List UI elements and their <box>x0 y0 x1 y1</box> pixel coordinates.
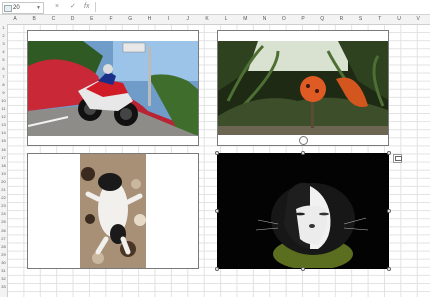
row-header-10[interactable]: 10 <box>0 98 7 103</box>
formula-bar: 20 ▼ × ✓ fx <box>0 0 430 15</box>
row-header-4[interactable]: 4 <box>0 49 7 54</box>
column-header-v[interactable]: V <box>410 15 426 24</box>
row-header-20[interactable]: 20 <box>0 179 7 184</box>
row-header-16[interactable]: 16 <box>0 147 7 152</box>
column-header-r[interactable]: R <box>333 15 349 24</box>
column-header-d[interactable]: D <box>65 15 81 24</box>
column-header-a[interactable]: A <box>7 15 23 24</box>
column-header-q[interactable]: Q <box>314 15 330 24</box>
row-header-29[interactable]: 29 <box>0 252 7 257</box>
row-header-21[interactable]: 21 <box>0 187 7 192</box>
resize-handle-right[interactable] <box>387 209 391 213</box>
column-header-e[interactable]: E <box>84 15 100 24</box>
row-header-1[interactable]: 1 <box>0 25 7 30</box>
row-header-17[interactable]: 17 <box>0 155 7 160</box>
resize-handle-top[interactable] <box>301 151 305 155</box>
resize-handle-bottom-right[interactable] <box>387 267 391 271</box>
column-header-m[interactable]: M <box>237 15 253 24</box>
lily-photo <box>218 41 388 135</box>
cancel-icon[interactable]: × <box>55 1 59 13</box>
cat-lying-photo <box>80 154 146 268</box>
resize-handle-bottom[interactable] <box>301 267 305 271</box>
name-box-value: 20 <box>13 5 20 11</box>
layout-options-icon[interactable] <box>393 154 402 163</box>
row-header-32[interactable]: 32 <box>0 276 7 281</box>
row-header-18[interactable]: 18 <box>0 163 7 168</box>
rotate-handle-icon[interactable] <box>299 136 308 145</box>
row-header-11[interactable]: 11 <box>0 106 7 111</box>
row-header-5[interactable]: 5 <box>0 57 7 62</box>
row-header-2[interactable]: 2 <box>0 33 7 38</box>
row-header-15[interactable]: 15 <box>0 138 7 143</box>
row-header-30[interactable]: 30 <box>0 260 7 265</box>
insert-function-icon[interactable]: fx <box>84 1 89 13</box>
image-frame-motorcycle[interactable] <box>27 30 199 146</box>
column-header-o[interactable]: O <box>276 15 292 24</box>
row-headers: 1 2 3 4 5 6 7 8 9 10 11 12 13 14 15 16 17 18 19 20 21 22 23 24 2… <box>0 24 8 297</box>
row-header-27[interactable]: 27 <box>0 236 7 241</box>
column-header-k[interactable]: K <box>199 15 215 24</box>
row-header-9[interactable]: 9 <box>0 90 7 95</box>
row-header-25[interactable]: 25 <box>0 219 7 224</box>
column-header-p[interactable]: P <box>295 15 311 24</box>
cell-reference-icon <box>4 5 12 12</box>
row-header-33[interactable]: 33 <box>0 284 7 289</box>
row-header-22[interactable]: 22 <box>0 195 7 200</box>
column-header-l[interactable]: L <box>218 15 234 24</box>
row-header-7[interactable]: 7 <box>0 74 7 79</box>
enter-icon[interactable]: ✓ <box>70 1 76 13</box>
column-header-s[interactable]: S <box>353 15 369 24</box>
image-frame-lily[interactable] <box>217 30 389 146</box>
column-header-j[interactable]: J <box>180 15 196 24</box>
column-header-u[interactable]: U <box>391 15 407 24</box>
row-header-28[interactable]: 28 <box>0 244 7 249</box>
resize-handle-left[interactable] <box>215 209 219 213</box>
formula-input[interactable] <box>95 2 429 12</box>
row-header-6[interactable]: 6 <box>0 66 7 71</box>
resize-handle-bottom-left[interactable] <box>215 267 219 271</box>
column-header-i[interactable]: I <box>161 15 177 24</box>
column-headers: ABCDEFGHIJKLMNOPQRSTUV <box>0 15 430 25</box>
row-header-12[interactable]: 12 <box>0 114 7 119</box>
row-header-23[interactable]: 23 <box>0 203 7 208</box>
resize-handle-top-right[interactable] <box>387 151 391 155</box>
row-header-24[interactable]: 24 <box>0 211 7 216</box>
row-header-8[interactable]: 8 <box>0 82 7 87</box>
image-frame-cat-on-back[interactable] <box>27 153 199 269</box>
column-header-b[interactable]: B <box>26 15 42 24</box>
image-frame-cat-face[interactable] <box>217 153 389 269</box>
row-header-3[interactable]: 3 <box>0 41 7 46</box>
column-header-g[interactable]: G <box>122 15 138 24</box>
column-header-h[interactable]: H <box>141 15 157 24</box>
row-header-19[interactable]: 19 <box>0 171 7 176</box>
column-header-c[interactable]: C <box>45 15 61 24</box>
cat-face-photo <box>218 154 388 268</box>
name-box[interactable]: 20 ▼ <box>2 2 44 14</box>
motorcycle-photo <box>28 41 198 136</box>
row-header-31[interactable]: 31 <box>0 268 7 273</box>
chevron-down-icon[interactable]: ▼ <box>36 3 41 13</box>
row-header-14[interactable]: 14 <box>0 130 7 135</box>
column-header-t[interactable]: T <box>372 15 388 24</box>
row-header-26[interactable]: 26 <box>0 228 7 233</box>
column-header-f[interactable]: F <box>103 15 119 24</box>
resize-handle-top-left[interactable] <box>215 151 219 155</box>
column-header-n[interactable]: N <box>257 15 273 24</box>
row-header-13[interactable]: 13 <box>0 122 7 127</box>
